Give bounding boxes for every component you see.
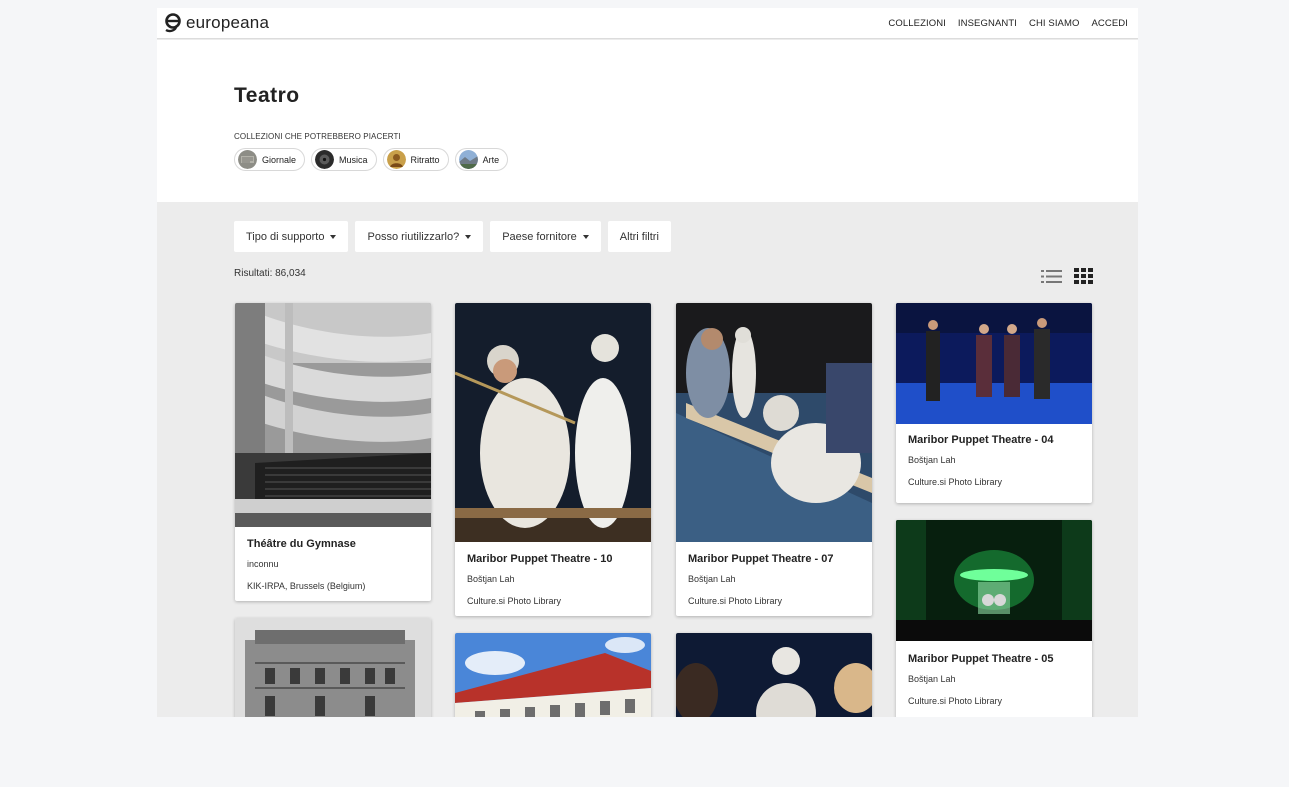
view-toggle [1041,268,1093,284]
green-stage-photo [896,520,1092,641]
chip-arte[interactable]: Arte [454,148,509,171]
results-count: Risultati: 86,034 [234,268,306,279]
chip-label: Arte [482,154,500,165]
card-provider: Culture.si Photo Library [908,477,1003,487]
puppet-closeup-photo [676,633,872,717]
filter-paese-fornitore[interactable]: Paese fornitore [490,221,601,252]
hero-section: Teatro COLLEZIONI CHE POTREBBERO PIACERT… [157,40,1138,202]
card-title: Théâtre du Gymnase [247,538,356,550]
card-title: Maribor Puppet Theatre - 05 [908,653,1054,665]
chip-giornale[interactable]: Giornale [234,148,306,171]
card-image [455,303,651,542]
europeana-logo[interactable]: europeana [163,12,269,34]
card-image [235,303,431,527]
nav-accedi[interactable]: ACCEDI [1092,18,1129,29]
result-card[interactable]: Maribor Puppet Theatre - 05 Boštjan Lah … [896,520,1092,717]
card-image [896,520,1092,641]
caret-down-icon [465,234,472,239]
card-author: Boštjan Lah [688,574,736,584]
card-image [676,303,872,542]
main-nav: COLLEZIONI INSEGNANTI CHI SIAMO ACCEDI [888,18,1128,29]
historic-building-photo [235,618,431,717]
card-author: inconnu [247,559,279,569]
puppeteer-photo [455,303,651,542]
result-card[interactable]: Maribor Puppet Theatre - 07 Boštjan Lah … [676,303,872,616]
card-provider: Culture.si Photo Library [908,696,1003,706]
puppet-table-photo [676,303,872,542]
suggested-collections: Giornale Musica Ritratto Arte [234,148,509,171]
caret-down-icon [582,234,589,239]
card-provider: KIK-IRPA, Brussels (Belgium) [247,581,366,591]
theatre-interior-photo [235,303,431,527]
result-card[interactable] [455,633,651,717]
filter-label: Posso riutilizzarlo? [367,230,460,243]
chip-label: Giornale [262,154,297,165]
card-title: Maribor Puppet Theatre - 10 [467,553,613,565]
filter-label: Paese fornitore [502,230,577,243]
page-title: Teatro [234,84,300,107]
filter-altri-filtri[interactable]: Altri filtri [607,221,671,252]
filter-label: Altri filtri [619,230,659,243]
result-card[interactable] [676,633,872,717]
grid-icon[interactable] [1074,268,1093,284]
list-icon[interactable] [1041,269,1062,284]
result-card[interactable]: Maribor Puppet Theatre - 10 Boštjan Lah … [455,303,651,616]
page-frame: europeana COLLEZIONI INSEGNANTI CHI SIAM… [157,8,1138,717]
card-image [896,303,1092,424]
ritratto-thumbnail [386,150,406,169]
card-provider: Culture.si Photo Library [467,596,562,606]
filter-posso-riutilizzarlo[interactable]: Posso riutilizzarlo? [355,221,484,252]
giornale-thumbnail [238,150,257,169]
top-navigation-bar: europeana COLLEZIONI INSEGNANTI CHI SIAM… [157,8,1138,39]
filter-tipo-di-supporto[interactable]: Tipo di supporto [234,221,349,252]
chip-ritratto[interactable]: Ritratto [382,148,449,171]
chip-label: Ritratto [410,154,440,165]
red-roof-building-photo [455,633,651,717]
nav-collezioni[interactable]: COLLEZIONI [888,18,946,29]
card-author: Boštjan Lah [467,574,515,584]
filter-label: Tipo di supporto [246,230,325,243]
result-card[interactable]: Maribor Puppet Theatre - 04 Boštjan Lah … [896,303,1092,503]
stage-performers-photo [896,303,1092,424]
musica-thumbnail [315,150,335,169]
card-author: Boštjan Lah [908,674,956,684]
suggested-collections-label: COLLEZIONI CHE POTREBBERO PIACERTI [234,132,401,141]
caret-down-icon [330,234,337,239]
card-provider: Culture.si Photo Library [688,596,783,606]
nav-chi-siamo[interactable]: CHI SIAMO [1029,18,1080,29]
logo-text: europeana [186,13,270,32]
europeana-logo-icon [165,13,181,33]
result-card[interactable]: Théâtre du Gymnase inconnu KIK-IRPA, Bru… [235,303,431,601]
filter-bar: Tipo di supporto Posso riutilizzarlo? Pa… [234,221,671,252]
chip-musica[interactable]: Musica [311,148,377,171]
card-title: Maribor Puppet Theatre - 07 [688,553,834,565]
chip-label: Musica [339,154,368,165]
nav-insegnanti[interactable]: INSEGNANTI [958,18,1017,29]
result-card[interactable] [235,618,431,717]
card-author: Boštjan Lah [908,455,956,465]
arte-thumbnail [458,150,478,169]
card-title: Maribor Puppet Theatre - 04 [908,434,1054,446]
